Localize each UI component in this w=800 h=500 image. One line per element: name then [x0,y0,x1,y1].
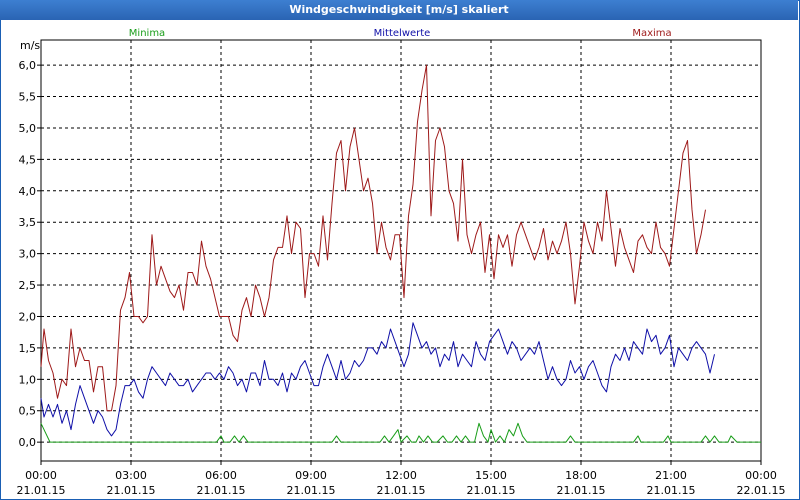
x-tick-label-time: 12:00 [385,469,417,482]
y-axis-unit-label: m/s [20,39,40,52]
y-tick-label: 4,0 [19,185,37,198]
x-tick-label-time: 00:00 [25,469,57,482]
y-tick-label: 1,0 [19,373,37,386]
x-tick-label-time: 06:00 [205,469,237,482]
y-axis: 0,0 0,5 1,0 1,5 2,0 2,5 3,0 3,5 4,0 4,5 5,0 5,5 6,0 [19,59,41,449]
y-tick-label: 3,0 [19,248,37,261]
x-tick-label-date: 21.01.15 [107,484,156,497]
x-tick-label-date: 21.01.15 [287,484,336,497]
x-tick-label-date: 21.01.15 [197,484,246,497]
x-tick-label-time: 00:00 [745,469,777,482]
y-tick-label: 2,5 [19,279,37,292]
x-axis: 00:00 21.01.15 03:00 21.01.15 06:00 21.01.15 0… [17,461,786,497]
x-tick-label-time: 21:00 [655,469,687,482]
x-tick-label-time: 09:00 [295,469,327,482]
y-tick-label: 5,0 [19,122,37,135]
y-tick-label: 0,0 [19,436,37,449]
y-tick-label: 3,5 [19,216,37,229]
y-tick-label: 2,0 [19,310,37,323]
y-tick-label: 4,5 [19,153,37,166]
x-tick-label-time: 03:00 [115,469,147,482]
legend-maxima: Maxima [632,28,671,39]
x-tick-label-time: 15:00 [475,469,507,482]
x-tick-label-date: 22.01.15 [737,484,786,497]
y-tick-label: 6,0 [19,59,37,72]
x-tick-label-date: 21.01.15 [647,484,696,497]
legend-mittelwerte: Mittelwerte [374,28,431,39]
x-tick-label-date: 21.01.15 [377,484,426,497]
x-tick-label-date: 21.01.15 [557,484,606,497]
y-tick-label: 0,5 [19,405,37,418]
x-tick-label-time: 18:00 [565,469,597,482]
y-tick-label: 5,5 [19,91,37,104]
y-tick-label: 1,5 [19,342,37,355]
x-tick-label-date: 21.01.15 [467,484,516,497]
chart-plot: 0,00,51,01,52,02,53,03,54,04,55,05,56,0 … [17,28,786,497]
x-tick-label-date: 21.01.15 [17,484,66,497]
legend-minima: Minima [129,28,165,39]
